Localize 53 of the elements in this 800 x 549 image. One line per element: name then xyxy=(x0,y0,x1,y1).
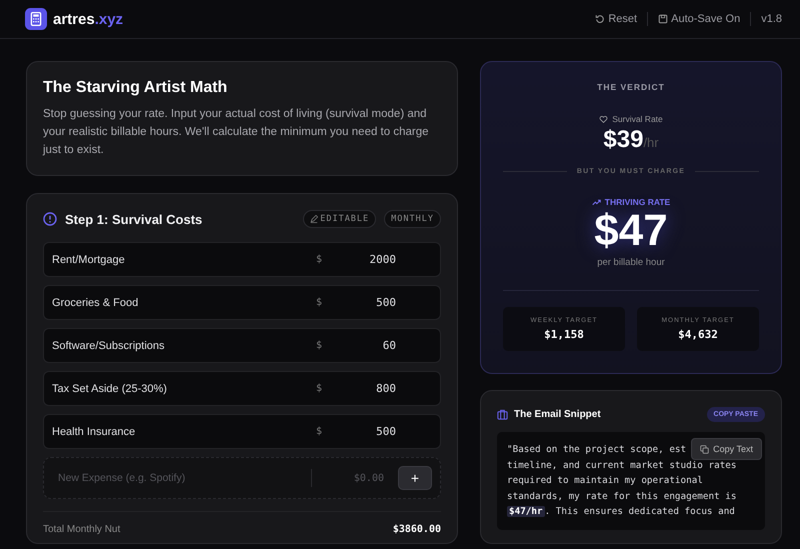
currency-sign: $ xyxy=(316,340,324,351)
pencil-icon xyxy=(310,215,318,223)
add-button[interactable]: + xyxy=(398,466,432,490)
copy-icon xyxy=(700,444,710,454)
survival-label: Survival Rate xyxy=(612,114,663,124)
copy-text-button[interactable]: Copy Text xyxy=(691,438,762,460)
expense-amount-input[interactable]: $0.00 xyxy=(312,472,386,484)
thriving-rate: $47 xyxy=(594,207,668,255)
amount-input[interactable]: 800 xyxy=(336,382,432,395)
amount-input[interactable]: 500 xyxy=(336,296,432,309)
version-label: v1.8 xyxy=(761,13,782,25)
snippet-line: $47/hr. This ensures dedicated focus and xyxy=(507,505,735,519)
verdict-title: THE VERDICT xyxy=(597,82,665,92)
email-title: The Email Snippet xyxy=(514,409,601,420)
survival-rate: $39 xyxy=(603,126,644,154)
expense-name: Groceries & Food xyxy=(52,296,140,308)
rate-caption: per billable hour xyxy=(597,257,665,268)
header-button[interactable]: Auto-Save On xyxy=(658,13,740,25)
total-value: $3860.00 xyxy=(392,524,441,535)
snippet-line: standards, my rate for this engagement is xyxy=(507,490,736,504)
intro-text: Stop guessing your rate. Input your actual cost of living (survival mode) and your realistic billable hours. We'll calculate the minimum you need to charge just to exist. xyxy=(43,107,430,158)
target-value: $4,632 xyxy=(678,328,718,341)
currency-sign: $ xyxy=(316,254,324,265)
amount-input[interactable]: 60 xyxy=(336,339,432,352)
expense-name-input[interactable]: New Expense (e.g. Spotify) xyxy=(56,471,311,485)
snippet-line: timeline, and current market studio rates xyxy=(507,458,736,472)
tag-pill: EDITABLE xyxy=(303,210,376,228)
reset-icon xyxy=(595,14,606,24)
intro-title: The Starving Artist Math xyxy=(43,79,228,97)
expense-name: Software/Subscriptions xyxy=(52,340,166,352)
brand-name: artres.xyz xyxy=(53,10,124,28)
alert-icon xyxy=(43,212,57,226)
currency-sign: $ xyxy=(316,297,324,308)
snippet-line: "Based on the project scope, est xyxy=(507,443,686,457)
snippet-line: required to maintain my operational xyxy=(507,474,703,488)
amount-input[interactable]: 2000 xyxy=(336,253,432,266)
thriving-label: THRIVING RATE xyxy=(604,197,670,207)
expense-name: Health Insurance xyxy=(52,426,136,438)
target-value: $1,158 xyxy=(544,328,584,341)
expense-name: Tax Set Aside (25-30%) xyxy=(52,382,168,394)
total-label: Total Monthly Nut xyxy=(43,524,120,535)
save-icon xyxy=(658,14,668,24)
currency-sign: $ xyxy=(316,383,324,394)
calculator-icon xyxy=(25,8,47,30)
rate-unit: /hr xyxy=(643,135,659,150)
currency-sign: $ xyxy=(316,426,324,437)
tag-pill: MONTHLY xyxy=(384,210,441,228)
heart-icon xyxy=(599,114,608,124)
section-title: Step 1: Survival Costs xyxy=(65,212,202,226)
briefcase-icon xyxy=(497,409,508,420)
header-button[interactable]: Reset xyxy=(595,13,638,25)
amount-input[interactable]: 500 xyxy=(336,425,432,438)
expense-name: Rent/Mortgage xyxy=(52,254,126,266)
